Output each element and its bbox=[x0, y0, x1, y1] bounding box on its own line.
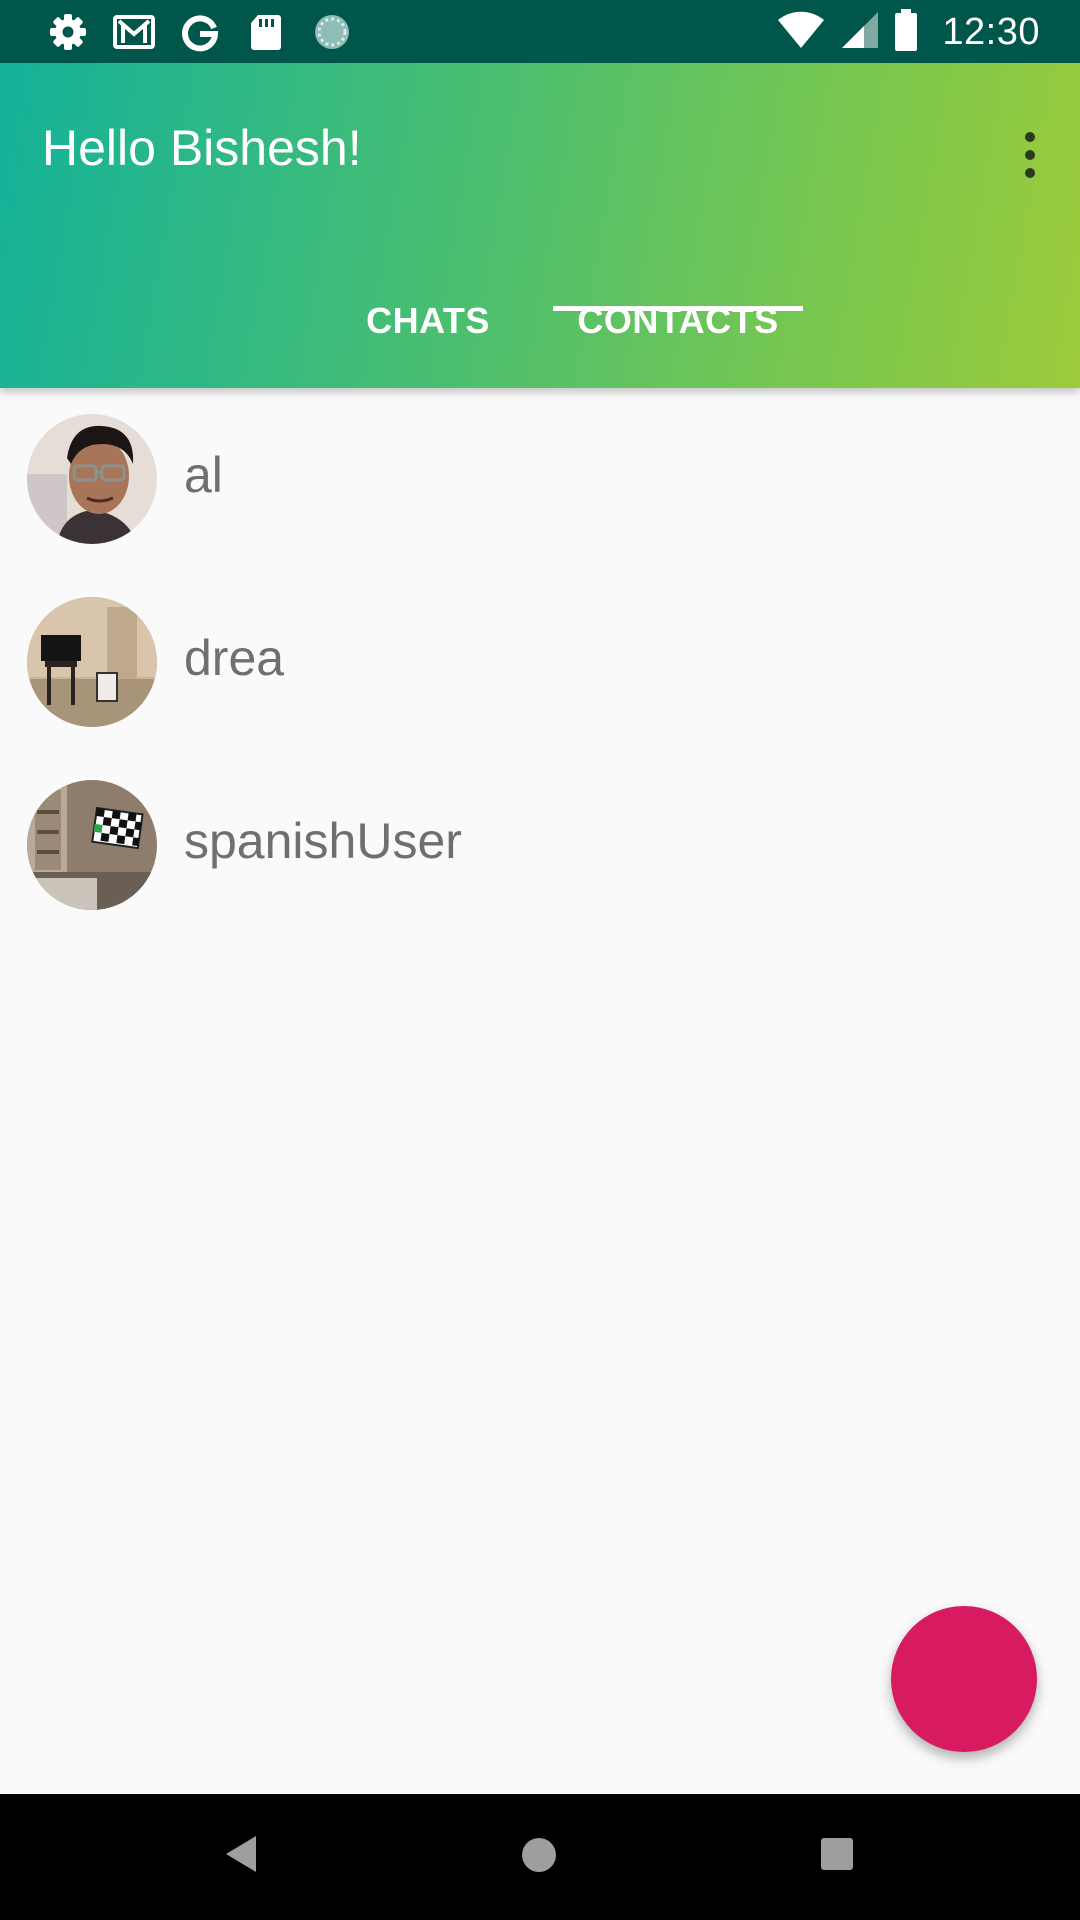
nav-bar bbox=[0, 1794, 1080, 1920]
contact-name: spanishUser bbox=[184, 813, 462, 869]
tab-selected-indicator bbox=[553, 306, 803, 311]
back-icon[interactable] bbox=[222, 1834, 258, 1879]
app-title: Hello Bishesh! bbox=[42, 120, 362, 176]
sync-icon bbox=[310, 10, 354, 54]
list-item[interactable]: drea bbox=[0, 571, 1080, 754]
google-icon bbox=[178, 10, 222, 54]
gmail-icon bbox=[112, 10, 156, 54]
fab-button[interactable] bbox=[891, 1606, 1037, 1752]
status-bar: 12:30 bbox=[0, 0, 1080, 63]
tab-chats[interactable]: CHATS bbox=[328, 263, 528, 378]
list-item[interactable]: al bbox=[0, 388, 1080, 571]
settings-icon bbox=[46, 10, 90, 54]
menu-dot bbox=[1025, 150, 1035, 160]
contact-name: al bbox=[184, 447, 223, 503]
battery-icon bbox=[894, 8, 918, 56]
avatar bbox=[27, 597, 157, 727]
tab-contacts[interactable]: CONTACTS bbox=[553, 263, 803, 378]
wifi-icon bbox=[776, 10, 826, 55]
more-vert-icon[interactable] bbox=[1010, 125, 1050, 185]
tab-bar: CHATS CONTACTS bbox=[0, 263, 1080, 378]
avatar bbox=[27, 414, 157, 544]
menu-dot bbox=[1025, 132, 1035, 142]
contact-name: drea bbox=[184, 630, 285, 686]
status-time: 12:30 bbox=[942, 10, 1040, 53]
cell-signal-icon bbox=[840, 10, 880, 55]
sd-card-icon bbox=[244, 10, 288, 54]
screen: 12:30 Hello Bishesh! CHATS CONTACTS al d… bbox=[0, 0, 1080, 1920]
app-bar: Hello Bishesh! CHATS CONTACTS bbox=[0, 63, 1080, 388]
menu-dot bbox=[1025, 168, 1035, 178]
list-item[interactable]: spanishUser bbox=[0, 754, 1080, 937]
status-left-icons bbox=[46, 10, 354, 54]
status-right-icons: 12:30 bbox=[776, 8, 1040, 56]
recents-icon[interactable] bbox=[820, 1837, 854, 1876]
avatar bbox=[27, 780, 157, 910]
home-icon[interactable] bbox=[521, 1837, 557, 1878]
